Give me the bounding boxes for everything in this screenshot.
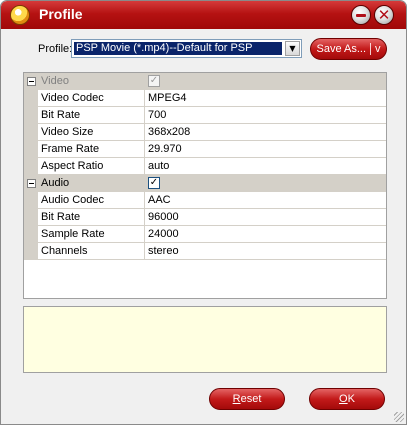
save-as-divider xyxy=(370,43,372,56)
row-gutter xyxy=(24,107,38,124)
row-gutter xyxy=(24,209,38,226)
table-row[interactable]: Video Size 368x208 xyxy=(24,124,386,141)
row-gutter xyxy=(24,243,38,260)
property-name: Aspect Ratio xyxy=(38,158,145,175)
row-gutter xyxy=(24,192,38,209)
reset-button[interactable]: Reset xyxy=(209,388,285,410)
save-as-button[interactable]: Save As... v xyxy=(310,38,387,60)
profile-window: Profile ✕ Profile: PSP Movie (*.mp4)--De… xyxy=(0,0,407,425)
profile-label: Profile: xyxy=(38,43,73,55)
table-row[interactable]: Bit Rate 700 xyxy=(24,107,386,124)
table-row[interactable]: Bit Rate 96000 xyxy=(24,209,386,226)
property-name: Audio Codec xyxy=(38,192,145,209)
property-value[interactable]: 24000 xyxy=(145,226,386,243)
row-gutter xyxy=(24,226,38,243)
category-value-audio: ✓ xyxy=(145,175,386,192)
property-name: Video Codec xyxy=(38,90,145,107)
property-value[interactable]: 368x208 xyxy=(145,124,386,141)
ok-mnemonic: O xyxy=(339,393,348,405)
category-label-video: Video xyxy=(38,73,145,90)
row-gutter xyxy=(24,124,38,141)
row-gutter xyxy=(24,175,38,192)
property-name: Frame Rate xyxy=(38,141,145,158)
save-as-label: Save As... xyxy=(316,43,367,55)
collapse-icon[interactable] xyxy=(27,77,36,86)
property-value[interactable]: 700 xyxy=(145,107,386,124)
property-grid: Video ✓ Video Codec MPEG4 Bit Rate 700 V… xyxy=(23,72,387,299)
video-enabled-checkbox[interactable]: ✓ xyxy=(148,75,160,87)
property-value[interactable]: 96000 xyxy=(145,209,386,226)
property-name: Sample Rate xyxy=(38,226,145,243)
ok-label: K xyxy=(347,393,355,405)
property-name: Bit Rate xyxy=(38,107,145,124)
ok-button[interactable]: OK xyxy=(309,388,385,410)
table-row[interactable]: Aspect Ratio auto xyxy=(24,158,386,175)
audio-enabled-checkbox[interactable]: ✓ xyxy=(148,177,160,189)
property-name: Bit Rate xyxy=(38,209,145,226)
row-gutter xyxy=(24,141,38,158)
property-value[interactable]: AAC xyxy=(145,192,386,209)
window-title: Profile xyxy=(39,6,83,22)
profile-selected-value: PSP Movie (*.mp4)--Default for PSP xyxy=(73,41,283,56)
category-row-video[interactable]: Video ✓ xyxy=(24,73,386,90)
category-row-audio[interactable]: Audio ✓ xyxy=(24,175,386,192)
table-row[interactable]: Audio Codec AAC xyxy=(24,192,386,209)
description-panel xyxy=(23,306,387,373)
close-button[interactable]: ✕ xyxy=(374,5,394,25)
row-gutter xyxy=(24,158,38,175)
save-as-menu-arrow[interactable]: v xyxy=(375,43,381,55)
property-value[interactable]: stereo xyxy=(145,243,386,260)
table-row[interactable]: Channels stereo xyxy=(24,243,386,260)
category-value-video: ✓ xyxy=(145,73,386,90)
reset-label: eset xyxy=(240,393,262,405)
property-value[interactable]: auto xyxy=(145,158,386,175)
chevron-down-icon[interactable]: ▼ xyxy=(285,41,300,56)
category-label-audio: Audio xyxy=(38,175,145,192)
close-icon: ✕ xyxy=(377,6,391,24)
property-value[interactable]: MPEG4 xyxy=(145,90,386,107)
table-row[interactable]: Frame Rate 29.970 xyxy=(24,141,386,158)
profile-dropdown[interactable]: PSP Movie (*.mp4)--Default for PSP ▼ xyxy=(71,39,302,58)
resize-grip[interactable] xyxy=(394,412,404,422)
property-value[interactable]: 29.970 xyxy=(145,141,386,158)
reset-mnemonic: R xyxy=(232,393,241,405)
title-bar[interactable]: Profile ✕ xyxy=(1,1,406,29)
property-name: Video Size xyxy=(38,124,145,141)
table-row[interactable]: Video Codec MPEG4 xyxy=(24,90,386,107)
minimize-button[interactable] xyxy=(351,5,371,25)
row-gutter xyxy=(24,73,38,90)
row-gutter xyxy=(24,90,38,107)
app-logo-icon xyxy=(10,5,30,25)
collapse-icon[interactable] xyxy=(27,179,36,188)
table-row[interactable]: Sample Rate 24000 xyxy=(24,226,386,243)
minimize-icon xyxy=(356,14,366,17)
property-name: Channels xyxy=(38,243,145,260)
